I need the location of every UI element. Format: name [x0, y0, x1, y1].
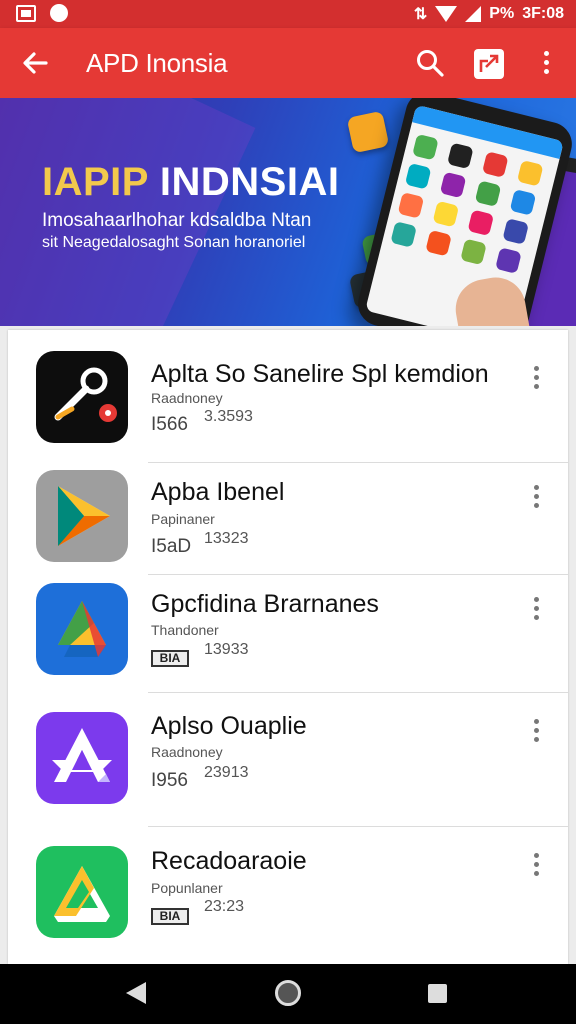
nfc-icon: ⇅ — [413, 6, 428, 23]
list-item[interactable]: Gpcfidina Brarnanes Thandoner BIA 13933 — [8, 575, 568, 693]
app-rating: I566 — [151, 414, 188, 435]
drive-app-icon — [36, 583, 128, 675]
banner-title-main: INDNSIAI — [159, 160, 340, 204]
nav-back-icon[interactable] — [126, 982, 146, 1004]
app-download-count: 23:23 — [204, 898, 245, 915]
signal-icon — [465, 6, 482, 22]
app-download-count: 3.3593 — [204, 408, 253, 425]
banner-tagline: sit Neagedalosaght Sonan horanoriel — [42, 234, 306, 251]
system-navigation-bar — [0, 964, 576, 1024]
app-title: Aplso Ouaplie — [151, 712, 307, 740]
clock: 3F:08 — [522, 5, 564, 22]
status-badge: BIA — [151, 650, 189, 667]
more-options-icon[interactable] — [526, 481, 546, 509]
list-item[interactable]: Aplso Ouaplie Raadnoney I956 23913 — [8, 693, 568, 827]
app-category: Thandoner — [151, 622, 219, 638]
list-item[interactable]: Recadoaraoie Popunlaner BIA 23:23 — [8, 827, 568, 964]
triangle-green-app-icon — [36, 846, 128, 938]
app-rating: I5aD — [151, 536, 192, 557]
app-title: Aplta So Sanelire Spl kemdion — [151, 360, 489, 388]
banner-title: IAPIP INDNSIAI — [42, 160, 339, 205]
app-list: Aplta So Sanelire Spl kemdion Raadnoney … — [8, 330, 568, 964]
status-bar: ⇅ P% 3F:08 — [0, 0, 576, 28]
status-badge: BIA — [151, 908, 189, 925]
more-options-icon[interactable] — [526, 849, 546, 877]
star-shape-app-icon — [36, 712, 128, 804]
page-title: APD Inonsia — [86, 48, 228, 78]
wrench-app-icon — [36, 351, 128, 443]
app-category: Raadnoney — [151, 390, 223, 406]
app-category: Papinaner — [151, 511, 215, 527]
play-triangle-app-icon — [36, 470, 128, 562]
app-download-count: 13323 — [204, 530, 249, 547]
banner-title-accent: IAPIP — [42, 160, 149, 204]
app-download-count: 13933 — [204, 641, 249, 658]
app-category: Raadnoney — [151, 744, 223, 760]
app-title: Recadoaraoie — [151, 847, 307, 875]
more-options-icon[interactable] — [526, 362, 546, 390]
app-rating: I956 — [151, 770, 188, 791]
more-options-icon[interactable] — [526, 593, 546, 621]
more-options-icon[interactable] — [532, 47, 560, 79]
gallery-notification-icon — [16, 4, 36, 22]
nav-home-icon[interactable] — [275, 980, 301, 1006]
list-item[interactable]: Apba Ibenel Papinaner I5aD 13323 — [8, 463, 568, 575]
nav-recents-icon[interactable] — [428, 984, 447, 1003]
app-title: Apba Ibenel — [151, 478, 285, 506]
app-title: Gpcfidina Brarnanes — [151, 590, 379, 618]
more-options-icon[interactable] — [526, 715, 546, 743]
battery-text: P% — [489, 5, 515, 22]
app-category: Popunlaner — [151, 880, 223, 896]
promo-banner[interactable]: IAPIP INDNSIAI Imosahaarlhohar kdsaldba … — [0, 98, 576, 326]
banner-subtitle: Imosahaarlhohar kdsaldba Ntan — [42, 210, 312, 231]
app-bar: APD Inonsia — [0, 28, 576, 98]
search-icon[interactable] — [414, 47, 446, 79]
share-icon[interactable] — [474, 49, 504, 79]
list-item[interactable]: Aplta So Sanelire Spl kemdion Raadnoney … — [8, 330, 568, 463]
back-arrow-icon[interactable] — [18, 46, 52, 80]
floating-app-icon — [346, 110, 390, 154]
wifi-icon — [435, 6, 458, 22]
app-notification-icon — [50, 4, 68, 22]
app-download-count: 23913 — [204, 764, 249, 781]
